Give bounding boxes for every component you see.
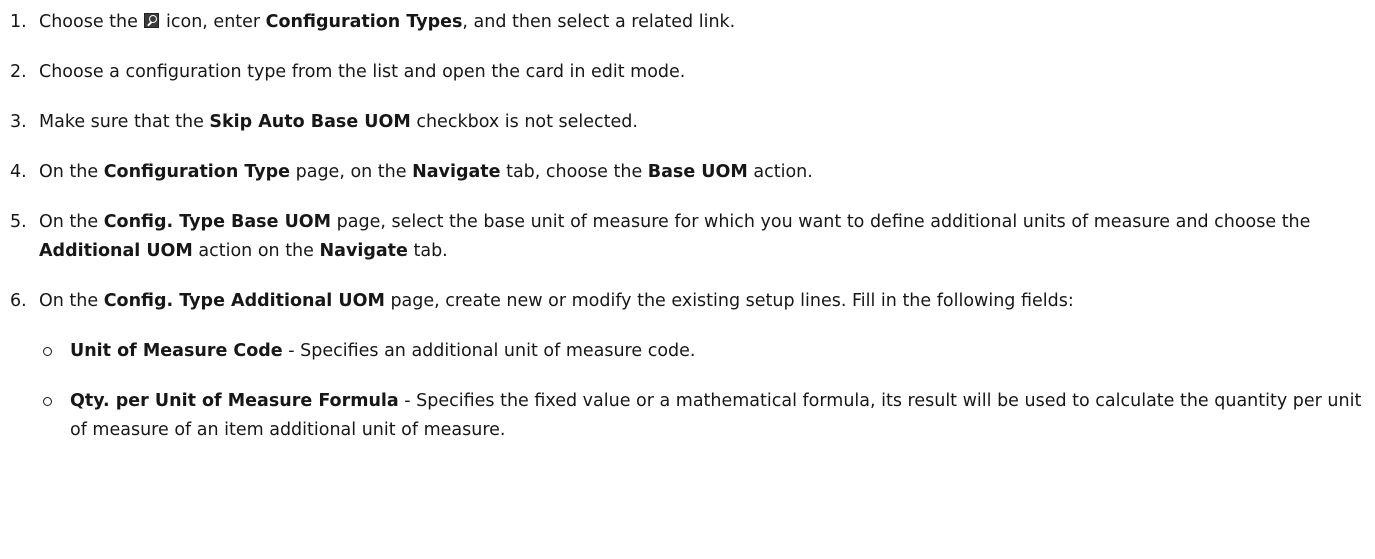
document-body: 1. Choose the icon, enter Configuration … (0, 0, 1375, 445)
step-text: , and then select a related link. (462, 12, 736, 32)
step-number: 4. (10, 162, 27, 182)
ui-term: Config. Type Base UOM (103, 212, 332, 232)
step-1: 1. Choose the icon, enter Configuration … (0, 8, 1369, 37)
ui-term: Config. Type Additional UOM (103, 291, 385, 311)
ui-term: Configuration Type (103, 162, 291, 182)
step-text: checkbox is not selected. (410, 112, 638, 132)
steps-list: 1. Choose the icon, enter Configuration … (0, 8, 1375, 316)
step-text: tab. (407, 241, 448, 261)
step-3: 3. Make sure that the Skip Auto Base UOM… (0, 108, 1369, 137)
ui-term: Configuration Types (265, 12, 463, 32)
search-icon (144, 13, 160, 28)
step-text: Choose a configuration type from the lis… (39, 62, 686, 82)
ui-term: Additional UOM (39, 241, 193, 261)
field-name: Unit of Measure Code (70, 341, 283, 361)
bullet-icon (43, 347, 52, 356)
field-item: Unit of Measure Code - Specifies an addi… (0, 337, 1370, 366)
step-number: 6. (10, 291, 27, 311)
step-text: On the (39, 162, 104, 182)
step-text: On the (39, 212, 104, 232)
field-name: Qty. per Unit of Measure Formula (70, 391, 399, 411)
step-text: page, create new or modify the existing … (384, 291, 1074, 311)
ui-term: Navigate (412, 162, 501, 182)
step-text: On the (39, 291, 104, 311)
ui-term: Navigate (319, 241, 408, 261)
step-text: page, select the base unit of measure fo… (331, 212, 1311, 232)
field-description: - Specifies an additional unit of measur… (282, 341, 696, 361)
step-text: icon, enter (160, 12, 266, 32)
step-text: Make sure that the (39, 112, 210, 132)
step-text: page, on the (290, 162, 413, 182)
step-text: action on the (192, 241, 320, 261)
step-number: 5. (10, 212, 27, 232)
step-2: 2. Choose a configuration type from the … (0, 58, 1369, 87)
step-number: 1. (10, 12, 27, 32)
step-4: 4. On the Configuration Type page, on th… (0, 158, 1369, 187)
ui-term: Skip Auto Base UOM (209, 112, 411, 132)
step-number: 2. (10, 62, 27, 82)
step-text: tab, choose the (500, 162, 648, 182)
field-item: Qty. per Unit of Measure Formula - Speci… (0, 387, 1370, 445)
bullet-icon (43, 397, 52, 406)
step-text: Choose the (39, 12, 144, 32)
step-6: 6. On the Config. Type Additional UOM pa… (0, 287, 1369, 316)
field-list: Unit of Measure Code - Specifies an addi… (0, 337, 1375, 445)
step-5: 5. On the Config. Type Base UOM page, se… (0, 208, 1369, 266)
step-text: action. (747, 162, 813, 182)
ui-term: Base UOM (647, 162, 748, 182)
step-number: 3. (10, 112, 27, 132)
